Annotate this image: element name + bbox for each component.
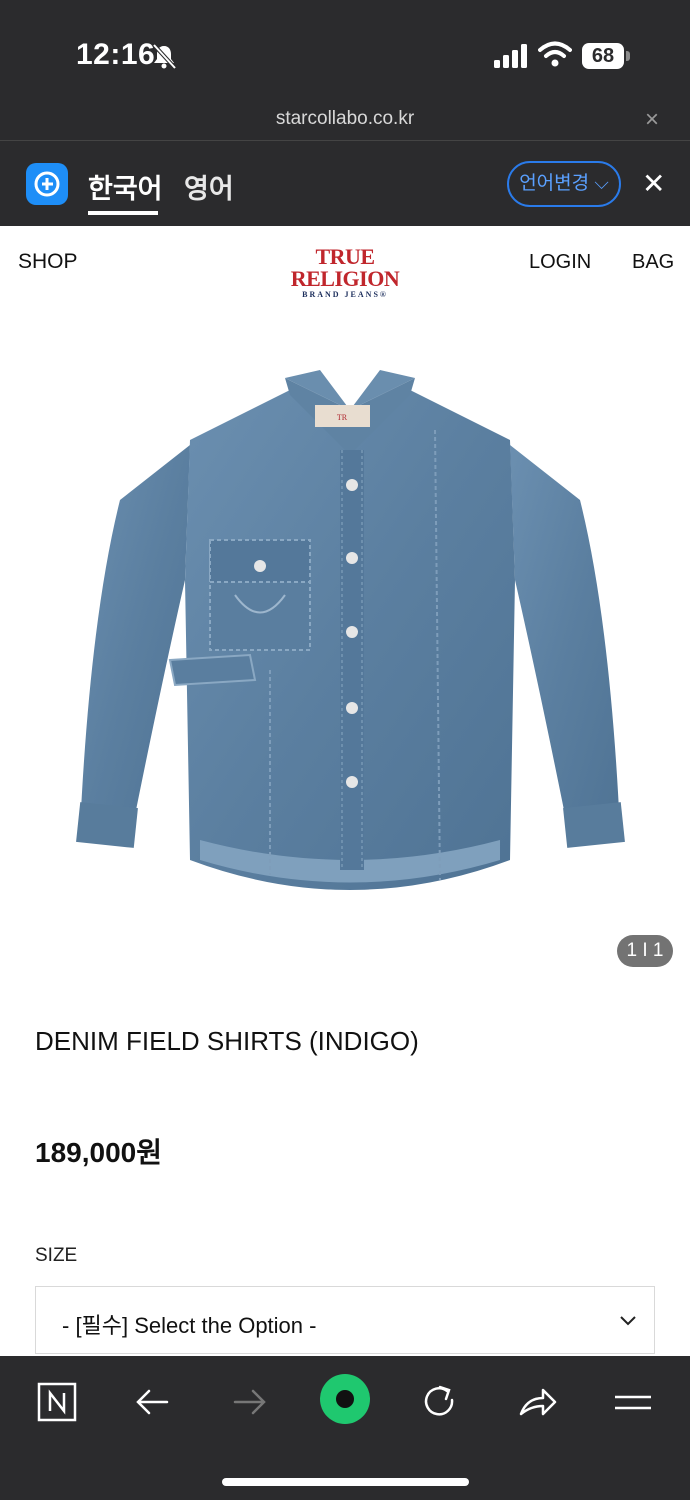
tab-korean[interactable]: 한국어	[88, 167, 163, 206]
battery-icon: 68	[582, 43, 624, 69]
naver-n-icon[interactable]	[33, 1378, 81, 1426]
tab-english[interactable]: 영어	[184, 167, 234, 206]
nav-bag[interactable]: BAG	[632, 251, 674, 274]
reload-icon[interactable]	[416, 1378, 464, 1426]
brand-logo-main: TRUE RELIGION	[290, 244, 400, 291]
signal-icon	[494, 44, 527, 68]
size-label: SIZE	[35, 1245, 78, 1266]
product-title: DENIM FIELD SHIRTS (INDIGO)	[35, 1026, 419, 1056]
url-close-icon[interactable]: ×	[645, 106, 659, 134]
share-icon[interactable]	[513, 1378, 561, 1426]
green-circle-icon[interactable]	[318, 1372, 372, 1426]
product-price: 189,000원	[35, 1137, 162, 1168]
translate-close-icon[interactable]: ✕	[642, 167, 665, 200]
size-select-value: - [필수] Select the Option -	[62, 1313, 317, 1338]
product-image[interactable]: TR	[60, 360, 640, 920]
forward-arrow-icon[interactable]	[225, 1378, 273, 1426]
home-indicator	[222, 1478, 469, 1486]
menu-icon[interactable]	[609, 1378, 657, 1426]
image-counter: 1 I 1	[617, 935, 673, 967]
brand-logo[interactable]: TRUE RELIGION BRAND JEANS®	[280, 246, 410, 300]
change-language-button[interactable]: 언어변경 ⌵	[507, 161, 621, 207]
back-arrow-icon[interactable]	[129, 1378, 177, 1426]
translate-logo-icon	[26, 163, 68, 205]
bell-slash-icon	[152, 43, 177, 70]
active-tab-indicator	[88, 211, 158, 215]
status-bar: 12:16 68	[0, 0, 690, 100]
nav-shop[interactable]: SHOP	[18, 250, 78, 274]
brand-logo-sub: BRAND JEANS®	[302, 290, 388, 299]
url-text[interactable]: starcollabo.co.kr	[0, 108, 690, 130]
site-header: SHOP TRUE RELIGION BRAND JEANS® LOGIN BA…	[0, 226, 690, 300]
wifi-icon	[538, 41, 572, 67]
url-bar[interactable]: starcollabo.co.kr ×	[0, 100, 690, 141]
status-time: 12:16	[76, 38, 156, 71]
translate-bar: 한국어 영어 언어변경 ⌵ ✕	[0, 141, 690, 226]
nav-login[interactable]: LOGIN	[529, 251, 591, 274]
svg-text:TR: TR	[337, 413, 348, 422]
battery-tip	[626, 51, 630, 61]
size-select[interactable]: - [필수] Select the Option -	[35, 1286, 655, 1354]
chevron-down-icon	[620, 1316, 636, 1326]
